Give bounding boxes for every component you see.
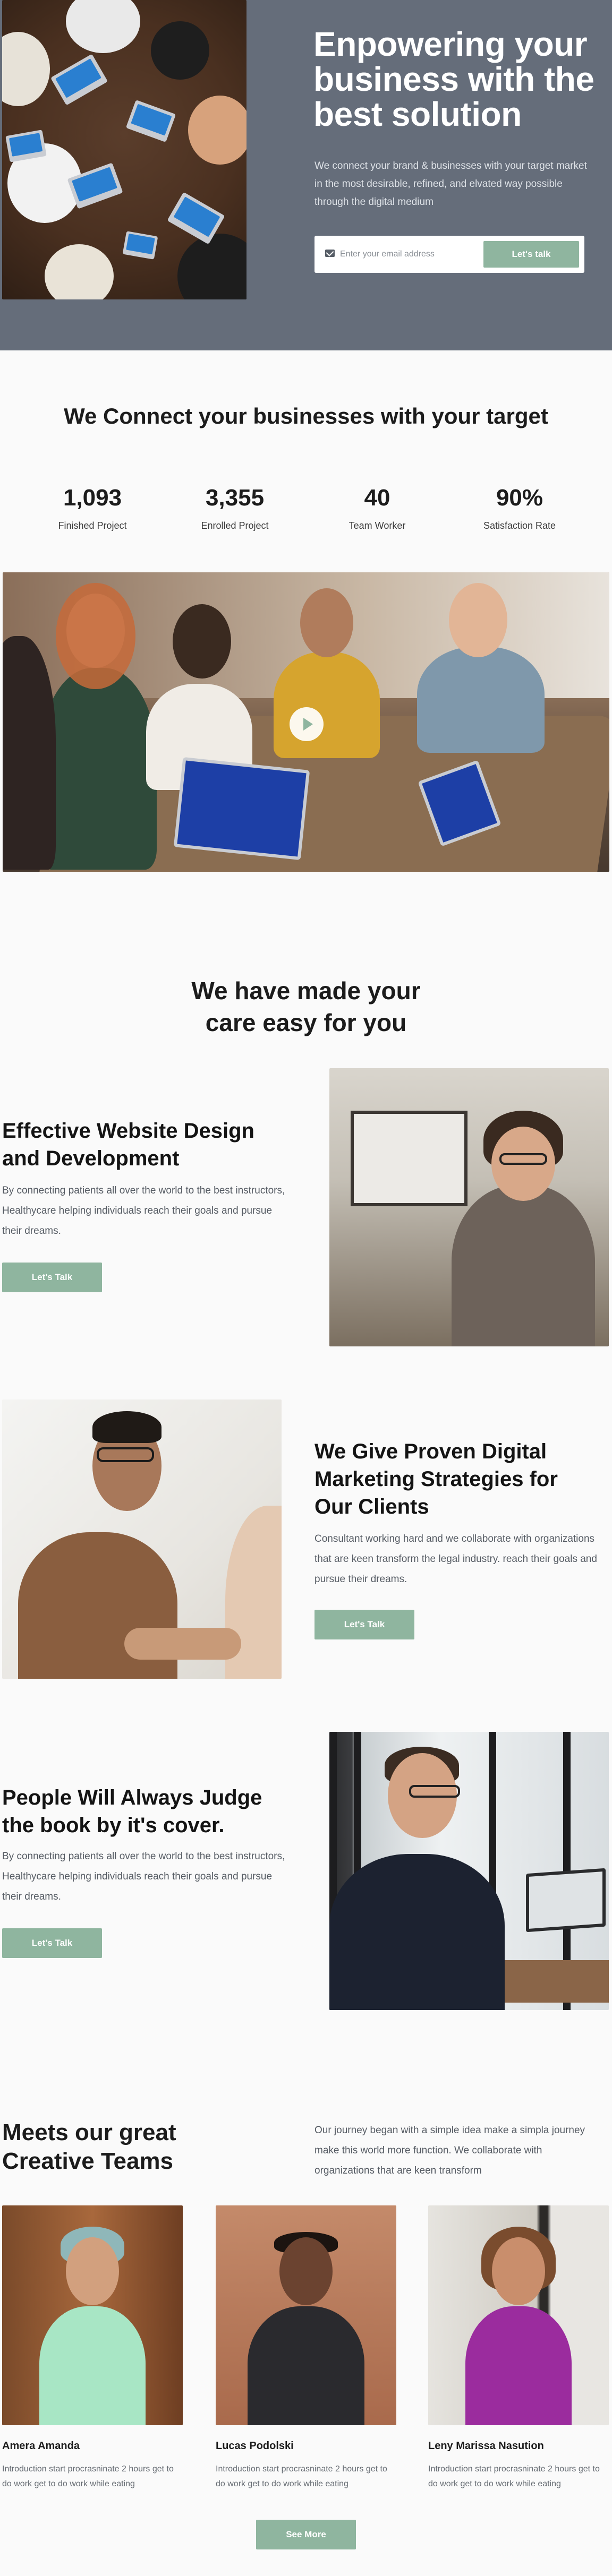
hero-description: We connect your brand & businesses with … — [314, 160, 587, 208]
team-video[interactable] — [3, 572, 609, 872]
landing-page: Enpowering your business with the best s… — [0, 0, 612, 2576]
member-portrait — [2, 2205, 183, 2425]
hero-title: Enpowering your business with the best s… — [313, 25, 594, 133]
feature-title-digital-marketing: We Give Proven Digital Marketing Strateg… — [314, 1440, 558, 1518]
feature-text-digital-marketing: Consultant working hard and we collabora… — [314, 1533, 597, 1585]
stat-value: 3,355 — [205, 485, 265, 511]
stats-row: 1,093 Finished Project 3,355 Enrolled Pr… — [0, 484, 612, 531]
member-name: Leny Marissa Nasution — [428, 2440, 544, 2452]
team-intro: Our journey began with a simple idea mak… — [314, 2125, 585, 2176]
feature-text-judge-cover: By connecting patients all over the worl… — [2, 1851, 285, 1902]
hero-team-meeting-photo — [2, 0, 246, 299]
member-description: Introduction start procrasninate 2 hours… — [216, 2465, 387, 2488]
stat-label: Finished Project — [58, 520, 127, 531]
feature-lets-talk-button-2[interactable]: Let's Talk — [314, 1610, 414, 1639]
play-icon[interactable] — [290, 707, 324, 741]
see-more-button[interactable]: See More — [256, 2520, 356, 2549]
stat-value: 1,093 — [63, 485, 122, 511]
stat-value: 90% — [496, 485, 543, 511]
hero-section: Enpowering your business with the best s… — [0, 0, 612, 350]
stat-value: 40 — [364, 485, 390, 511]
feature-text-website-design: By connecting patients all over the worl… — [2, 1185, 285, 1237]
connect-title: We Connect your businesses with your tar… — [64, 403, 548, 428]
mail-icon — [325, 250, 335, 257]
care-title: We have made your care easy for you — [191, 977, 421, 1036]
stat-team-worker: 40 Team Worker — [313, 484, 441, 531]
member-description: Introduction start procrasninate 2 hours… — [2, 2465, 174, 2488]
email-signup-form: Let's talk — [314, 236, 584, 273]
stat-label: Enrolled Project — [201, 520, 269, 531]
team-member-card: Lucas Podolski Introduction start procra… — [216, 2205, 396, 2492]
stat-finished-project: 1,093 Finished Project — [29, 484, 156, 531]
feature-lets-talk-button-1[interactable]: Let's Talk — [2, 1263, 102, 1292]
member-portrait — [216, 2205, 396, 2425]
feature-title-judge-cover: People Will Always Judge the book by it'… — [2, 1786, 262, 1837]
member-description: Introduction start procrasninate 2 hours… — [428, 2465, 600, 2488]
lets-talk-button[interactable]: Let's talk — [483, 241, 579, 268]
man-at-laptop-photo — [329, 1732, 609, 2010]
member-name: Lucas Podolski — [216, 2440, 294, 2452]
stat-enrolled-project: 3,355 Enrolled Project — [171, 484, 299, 531]
stat-label: Team Worker — [348, 520, 406, 531]
stat-satisfaction-rate: 90% Satisfaction Rate — [456, 484, 583, 531]
feature-lets-talk-button-3[interactable]: Let's Talk — [2, 1928, 102, 1958]
team-member-card: Amera Amanda Introduction start procrasn… — [2, 2205, 183, 2492]
member-name: Amera Amanda — [2, 2440, 80, 2452]
team-member-card: Leny Marissa Nasution Introduction start… — [428, 2205, 609, 2492]
team-title: Meets our great Creative Teams — [2, 2119, 176, 2174]
businesswoman-photo — [329, 1068, 609, 1346]
handshake-photo — [2, 1399, 282, 1679]
stat-label: Satisfaction Rate — [483, 520, 556, 531]
email-input[interactable] — [340, 243, 473, 265]
member-portrait — [428, 2205, 609, 2425]
feature-title-website-design: Effective Website Design and Development — [2, 1119, 254, 1170]
